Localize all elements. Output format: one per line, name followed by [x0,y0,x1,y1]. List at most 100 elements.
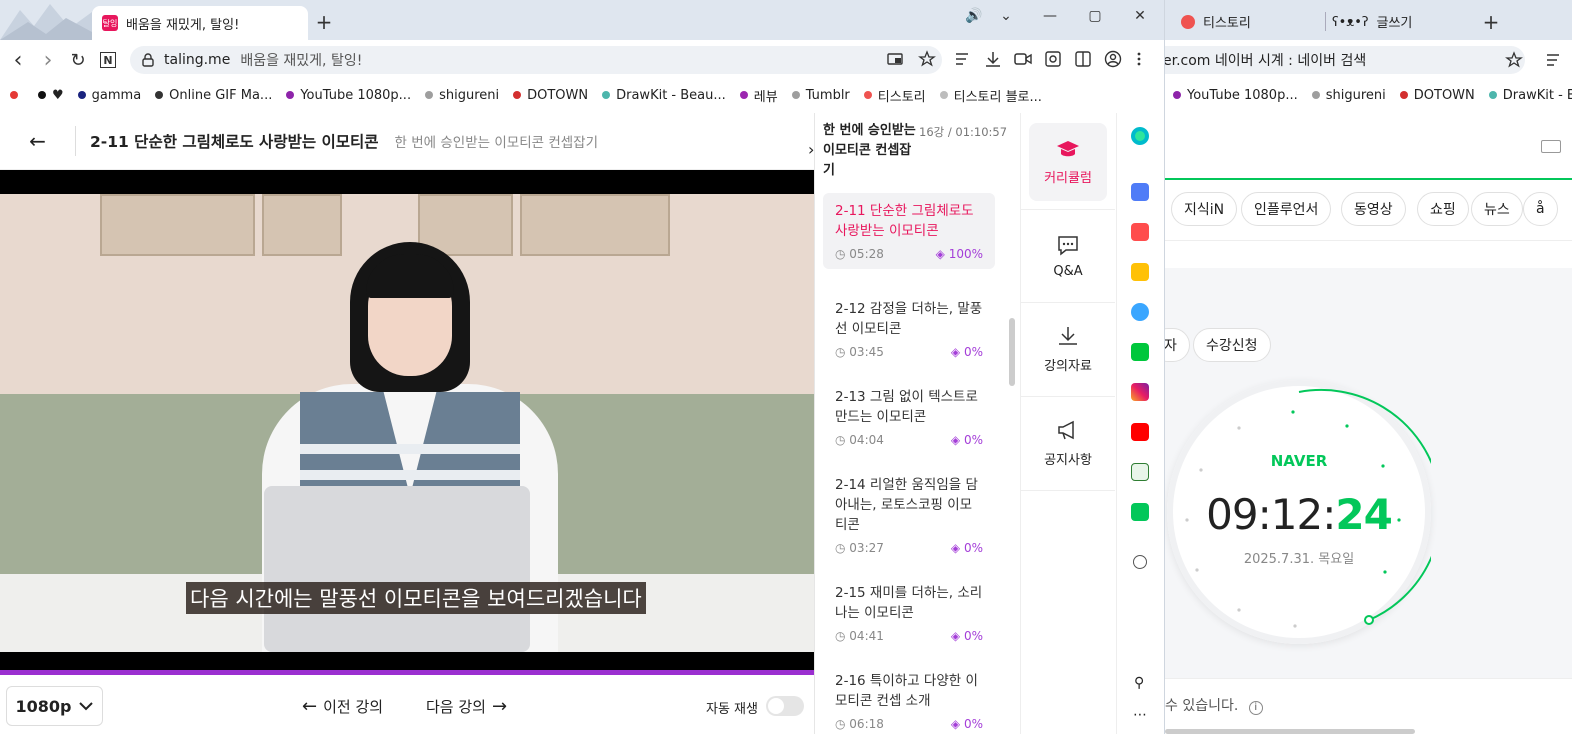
back-icon[interactable]: ‹ [6,48,30,73]
bookmark-star-icon-right[interactable] [1505,51,1523,69]
reload-icon[interactable]: ↻ [66,48,90,72]
active-tab[interactable]: 탈잉 배움을 재밌게, 탈잉! [92,6,308,40]
lecture-header: ← 2-11 단순한 그림체로도 사랑받는 이모티콘 한 번에 승인받는 이모티… [0,113,814,170]
nav-qna[interactable]: Q&A [1021,209,1115,303]
vest-stripe [300,444,520,454]
star-app-icon[interactable] [1131,263,1149,281]
chapter-progress: ◈ 100% [936,247,983,261]
info-icon[interactable]: i [1248,701,1263,715]
tab-write[interactable]: ʕ•ᴥ•ʔ 글쓰기 [1325,12,1412,31]
address-bar[interactable]: taling.me 배움을 재밌게, 탈잉! [130,46,942,74]
search-tab[interactable]: 인플루언서 [1241,192,1332,226]
bookmark-item[interactable]: DrawKit - Beau... [1488,88,1572,103]
profile-icon[interactable] [1104,50,1122,68]
h-scrollbar[interactable] [1165,729,1415,734]
bookmark-item[interactable]: YouTube 1080p... [286,88,411,103]
speaker-icon[interactable]: 🔊 [962,4,986,28]
tab-search-icon[interactable]: ⌄ [994,4,1018,28]
more-icon[interactable]: ⋯ [1133,707,1147,723]
naver-n-icon[interactable]: N [100,52,116,68]
reading-list-icon[interactable] [954,50,972,68]
youtube-icon[interactable] [1131,423,1149,441]
webtoon-app-icon[interactable] [1131,343,1149,361]
chart-app-icon[interactable] [1131,463,1149,481]
bookmark-star-icon[interactable] [918,50,936,68]
arrow-left-icon: ← [302,696,318,717]
bookmark-item[interactable]: ♥ [38,88,64,103]
prev-lecture-button[interactable]: ← 이전 강의 [302,696,383,717]
chapter-title: 2-14 리얼한 움직임을 담아내는, 로토스코핑 이모티콘 [835,477,978,533]
nav-materials[interactable]: 강의자료 [1021,303,1115,397]
bookmark-item[interactable]: YouTube 1080p... [1173,88,1298,103]
clock-icon: ◷ [835,247,850,261]
autoplay-toggle[interactable] [766,696,804,720]
nav-notice[interactable]: 공지사항 [1021,397,1115,491]
tab-tistory[interactable]: 티스토리 [1181,12,1251,31]
bookmark-item[interactable]: Online GIF Ma... [155,88,272,103]
bookmark-item[interactable]: DOTOWN [513,88,588,103]
bookmark-item[interactable] [10,91,24,99]
address-bar-right[interactable]: er.com 네이버 시계 : 네이버 검색 [1165,46,1525,74]
progress-icon: ◈ [950,717,964,731]
keyboard-icon[interactable] [1541,140,1561,153]
lock-icon [142,53,154,67]
green-circle-app-icon[interactable] [1131,127,1149,145]
chapter-item[interactable]: 2-13 그림 없이 텍스트로 만드는 이모티콘 ◷ 04:04 ◈ 0% [823,379,995,455]
download-icon [1059,327,1077,345]
chapter-progress: ◈ 0% [951,541,983,555]
bookmark-item[interactable]: 티스토리 [863,86,926,105]
maximize-button[interactable]: ▢ [1083,4,1107,28]
bookmark-item[interactable]: 레뷰 [739,86,778,105]
instagram-icon[interactable] [1131,383,1149,401]
new-tab-button-right[interactable]: + [1479,10,1503,34]
chapter-item[interactable]: 2-14 리얼한 움직임을 담아내는, 로토스코핑 이모티콘 ◷ 03:27 ◈ 0… [823,467,995,563]
chapter-title: 2-13 그림 없이 텍스트로 만드는 이모티콘 [835,389,978,425]
chapter-item[interactable]: 2-12 감정을 더하는, 말풍선 이모티콘 ◷ 03:45 ◈ 0% [823,291,995,367]
forward-icon[interactable]: › [36,48,60,73]
reading-list-icon-right[interactable] [1545,51,1563,69]
bookmark-favicon-icon [1311,91,1320,99]
download-icon[interactable] [984,50,1002,68]
nav-curriculum[interactable]: 커리큘럼 [1029,123,1107,201]
edge-app-icon[interactable] [1131,303,1149,321]
bookmark-item[interactable]: DOTOWN [1399,88,1475,103]
video-progress-bar[interactable] [0,670,814,675]
search-tab[interactable]: å [1523,192,1558,226]
pin-icon[interactable]: ⚲ [1134,675,1144,691]
bookmark-item[interactable]: shigureni [425,88,499,103]
bookmark-item[interactable]: shigureni [1311,88,1386,103]
search-tab[interactable]: 쇼핑 [1417,192,1469,226]
bookmark-item[interactable]: 티스토리 블로... [939,86,1042,105]
clock-hours-minutes: 09:12: [1206,490,1336,539]
naver-app-icon[interactable] [1131,503,1149,521]
add-app-icon[interactable] [1133,555,1147,569]
quality-select[interactable]: 1080p [6,686,103,726]
video-icon[interactable] [1014,50,1032,68]
scrollbar-thumb[interactable] [1009,318,1015,386]
more-menu-icon[interactable] [1134,50,1144,68]
search-tab[interactable]: 지식iN [1171,192,1238,226]
bookmark-item[interactable]: DrawKit - Beau... [602,88,726,103]
screenshot-icon[interactable] [1044,50,1062,68]
bookmark-item[interactable]: Tumblr [791,88,850,103]
close-button[interactable]: ✕ [1128,4,1152,28]
split-view-icon[interactable] [1074,50,1092,68]
chapter-item[interactable]: 2-16 특이하고 다양한 이모티콘 컨셉 소개 ◷ 06:18 ◈ 0% [823,663,995,734]
new-tab-button[interactable]: + [312,10,336,34]
minimize-button[interactable]: — [1038,4,1062,28]
bookmark-label: DrawKit - Beau... [616,87,726,103]
apply-chip[interactable]: 수강신청 [1193,328,1271,362]
clock-date: 2025.7.31. 목요일 [1243,552,1355,567]
cast-icon[interactable] [886,50,904,68]
bag-app-icon[interactable] [1131,183,1149,201]
search-tab[interactable]: 동영상 [1341,192,1406,226]
curriculum-meta: 16강 / 01:10:57 [919,125,1008,139]
lecture-back-icon[interactable]: ← [0,126,76,156]
search-tab[interactable]: 뉴스 [1471,192,1523,226]
next-lecture-button[interactable]: 다음 강의 → [426,696,507,717]
bookmark-item[interactable]: gamma [77,88,141,103]
clock-icon: ◷ [835,541,850,555]
pocket-app-icon[interactable] [1131,223,1149,241]
chapter-item[interactable]: 2-11 단순한 그림체로도 사랑받는 이모티콘 ◷ 05:28 ◈ 100% [823,193,995,269]
chapter-item[interactable]: 2-15 재미를 더하는, 소리나는 이모티콘 ◷ 04:41 ◈ 0% [823,575,995,651]
